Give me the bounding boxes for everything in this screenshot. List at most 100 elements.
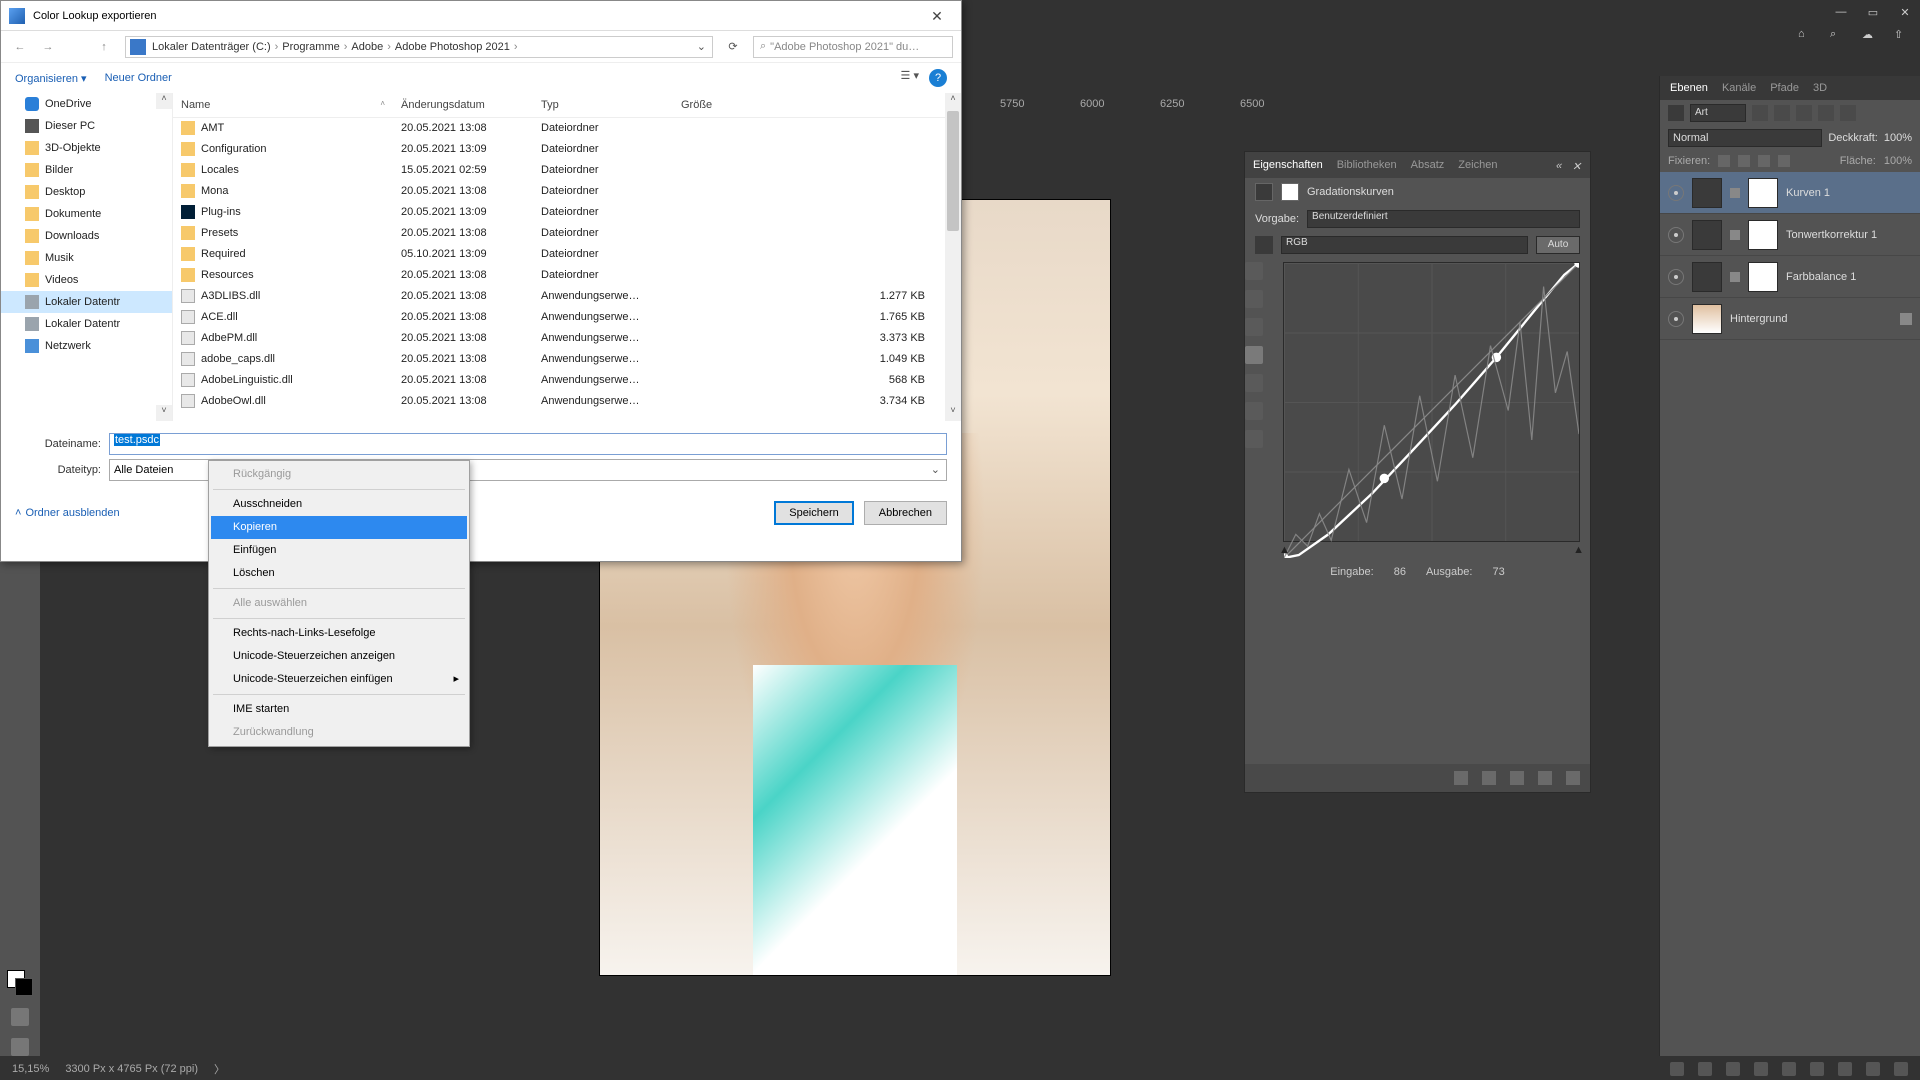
status-icon[interactable] <box>1866 1062 1880 1076</box>
file-list[interactable]: Name˄ Änderungsdatum Typ Größe AMT20.05.… <box>173 93 961 421</box>
sampler-icon[interactable] <box>1255 236 1273 254</box>
home-icon[interactable]: ⌂ <box>1798 28 1814 44</box>
tab-character[interactable]: Zeichen <box>1458 159 1497 171</box>
tree-item[interactable]: Lokaler Datentr <box>1 313 172 335</box>
visibility-toggle[interactable] <box>1668 185 1684 201</box>
tree-item[interactable]: Videos <box>1 269 172 291</box>
history-button[interactable] <box>65 36 87 58</box>
lock-position-icon[interactable] <box>1738 155 1750 167</box>
menu-item[interactable]: Unicode-Steuerzeichen anzeigen <box>211 645 467 668</box>
file-row[interactable]: ACE.dll20.05.2021 13:08Anwendungserwe…1.… <box>173 306 945 327</box>
lock-pixels-icon[interactable] <box>1718 155 1730 167</box>
close-icon[interactable]: ✕ <box>1572 160 1582 170</box>
layer-row[interactable]: Tonwertkorrektur 1 <box>1660 214 1920 256</box>
tab-libraries[interactable]: Bibliotheken <box>1337 159 1397 171</box>
filter-shape-icon[interactable] <box>1818 105 1834 121</box>
file-row[interactable]: AdobeOwl.dll20.05.2021 13:08Anwendungser… <box>173 390 945 411</box>
filter-pixel-icon[interactable] <box>1752 105 1768 121</box>
filter-adjust-icon[interactable] <box>1774 105 1790 121</box>
tab-layers[interactable]: Ebenen <box>1670 82 1708 94</box>
status-icon[interactable] <box>1670 1062 1684 1076</box>
search-icon[interactable] <box>1668 105 1684 121</box>
eyedropper-plus-icon[interactable] <box>1245 290 1263 308</box>
close-button[interactable]: ✕ <box>921 5 953 27</box>
file-row[interactable]: Plug-ins20.05.2021 13:09Dateiordner <box>173 201 945 222</box>
opacity-value[interactable]: 100% <box>1884 132 1912 144</box>
scrollbar[interactable]: ˄˅ <box>945 93 961 421</box>
file-row[interactable]: Configuration20.05.2021 13:09Dateiordner <box>173 138 945 159</box>
preset-select[interactable]: Benutzerdefiniert <box>1307 210 1580 228</box>
filter-smart-icon[interactable] <box>1840 105 1856 121</box>
search-input[interactable]: "Adobe Photoshop 2021" du… <box>753 36 953 58</box>
new-folder-button[interactable]: Neuer Ordner <box>105 72 172 84</box>
view-previous-icon[interactable] <box>1482 771 1496 785</box>
tab-properties[interactable]: Eigenschaften <box>1253 159 1323 171</box>
refresh-button[interactable]: ⟳ <box>719 40 747 53</box>
search-icon[interactable]: ⌕ <box>1830 28 1846 44</box>
file-row[interactable]: AMT20.05.2021 13:08Dateiordner <box>173 117 945 138</box>
file-row[interactable]: Locales15.05.2021 02:59Dateiordner <box>173 159 945 180</box>
file-row[interactable]: A3DLIBS.dll20.05.2021 13:08Anwendungserw… <box>173 285 945 306</box>
tree-item[interactable]: OneDrive <box>1 93 172 115</box>
fill-value[interactable]: 100% <box>1884 155 1912 167</box>
hand-icon[interactable] <box>1245 430 1263 448</box>
tree-item[interactable]: Downloads <box>1 225 172 247</box>
tool-screen[interactable] <box>11 1038 29 1056</box>
close-icon[interactable]: ✕ <box>1898 5 1912 19</box>
folder-tree[interactable]: ˄ ˅ OneDriveDieser PC3D-ObjekteBilderDes… <box>1 93 173 421</box>
maximize-icon[interactable]: ▭ <box>1866 5 1880 19</box>
minimize-icon[interactable]: — <box>1834 5 1848 19</box>
layer-row[interactable]: Kurven 1 <box>1660 172 1920 214</box>
menu-item[interactable]: IME starten <box>211 698 467 721</box>
tree-item[interactable]: Lokaler Datentr <box>1 291 172 313</box>
lock-artboard-icon[interactable] <box>1758 155 1770 167</box>
tree-item[interactable]: Dieser PC <box>1 115 172 137</box>
curve-tool-icon[interactable] <box>1245 346 1263 364</box>
view-options[interactable]: ☰ ▾ <box>901 69 919 87</box>
tree-item[interactable]: Netzwerk <box>1 335 172 357</box>
tool-mask[interactable] <box>11 1008 29 1026</box>
status-icon[interactable] <box>1782 1062 1796 1076</box>
status-icon[interactable] <box>1726 1062 1740 1076</box>
help-button[interactable]: ? <box>929 69 947 87</box>
menu-item[interactable]: Ausschneiden <box>211 493 467 516</box>
file-row[interactable]: adobe_caps.dll20.05.2021 13:08Anwendungs… <box>173 348 945 369</box>
file-row[interactable]: Required05.10.2021 13:09Dateiordner <box>173 243 945 264</box>
pencil-icon[interactable] <box>1245 374 1263 392</box>
tab-3d[interactable]: 3D <box>1813 82 1827 94</box>
context-menu[interactable]: RückgängigAusschneidenKopierenEinfügenLö… <box>208 460 470 747</box>
col-date[interactable]: Änderungsdatum <box>393 93 533 117</box>
visibility-toggle[interactable] <box>1668 311 1684 327</box>
menu-item[interactable]: Löschen <box>211 562 467 585</box>
scroll-up[interactable]: ˄ <box>156 93 172 109</box>
visibility-icon[interactable] <box>1538 771 1552 785</box>
cloud-icon[interactable]: ☁ <box>1862 28 1878 44</box>
scroll-down[interactable]: ˅ <box>156 405 172 421</box>
file-row[interactable]: Mona20.05.2021 13:08Dateiordner <box>173 180 945 201</box>
tree-item[interactable]: Dokumente <box>1 203 172 225</box>
tab-channels[interactable]: Kanäle <box>1722 82 1756 94</box>
breadcrumb[interactable]: Lokaler Datenträger (C:)› Programme› Ado… <box>125 36 713 58</box>
file-row[interactable]: AdobeLinguistic.dll20.05.2021 13:08Anwen… <box>173 369 945 390</box>
visibility-toggle[interactable] <box>1668 227 1684 243</box>
forward-button[interactable]: → <box>37 36 59 58</box>
clip-icon[interactable] <box>1454 771 1468 785</box>
file-row[interactable]: AdbePM.dll20.05.2021 13:08Anwendungserwe… <box>173 327 945 348</box>
curves-graph[interactable] <box>1283 262 1580 542</box>
file-row[interactable]: Presets20.05.2021 13:08Dateiordner <box>173 222 945 243</box>
eyedropper-minus-icon[interactable] <box>1245 318 1263 336</box>
tree-item[interactable]: Musik <box>1 247 172 269</box>
visibility-toggle[interactable] <box>1668 269 1684 285</box>
filter-kind[interactable]: Art <box>1690 104 1746 122</box>
lock-all-icon[interactable] <box>1778 155 1790 167</box>
organize-menu[interactable]: Organisieren ▾ <box>15 72 87 85</box>
smooth-icon[interactable] <box>1245 402 1263 420</box>
tree-item[interactable]: Desktop <box>1 181 172 203</box>
status-icon[interactable] <box>1754 1062 1768 1076</box>
status-icon[interactable] <box>1838 1062 1852 1076</box>
trash-icon[interactable] <box>1566 771 1580 785</box>
tree-item[interactable]: Bilder <box>1 159 172 181</box>
menu-item[interactable]: Kopieren <box>211 516 467 539</box>
hide-folders-toggle[interactable]: ˄ Ordner ausblenden <box>15 507 120 519</box>
menu-item[interactable]: Rechts-nach-Links-Lesefolge <box>211 622 467 645</box>
